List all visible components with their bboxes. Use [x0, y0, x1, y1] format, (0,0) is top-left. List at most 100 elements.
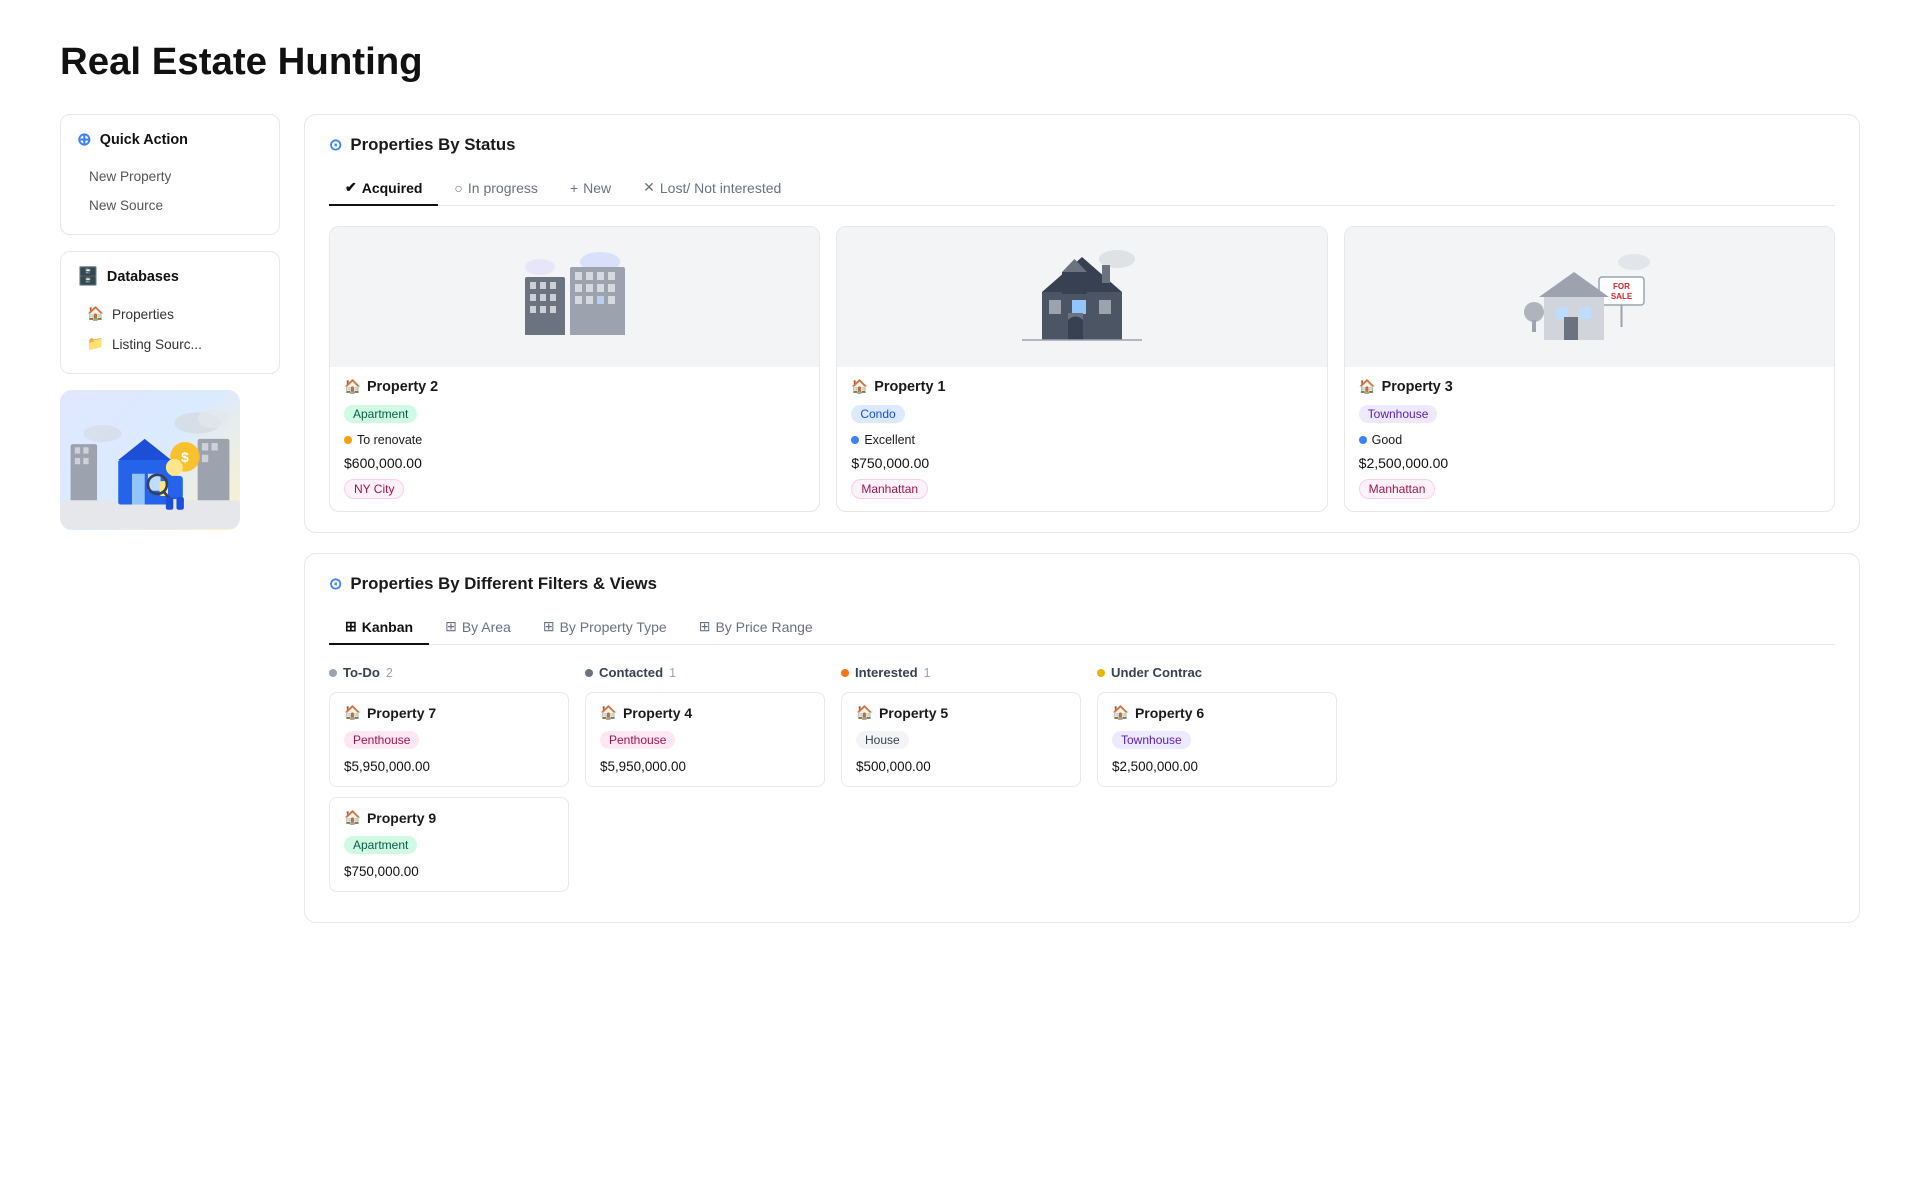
properties-by-status-title: Properties By Status [350, 135, 515, 155]
tab-kanban[interactable]: ⊞ Kanban [329, 610, 429, 645]
listing-source-label: Listing Sourc... [112, 337, 202, 352]
property-1-type-tag: Condo [851, 405, 904, 423]
property-3-type-tag: Townhouse [1359, 405, 1438, 423]
interested-count: 1 [924, 666, 931, 680]
tab-acquired[interactable]: ✔ Acquired [329, 171, 438, 206]
property-2-type-tag: Apartment [344, 405, 417, 423]
property-2-location: NY City [344, 479, 404, 499]
todo-count: 2 [386, 666, 393, 680]
kanban-header-contacted: Contacted 1 [585, 665, 825, 680]
new-source-button[interactable]: New Source [77, 191, 263, 220]
kanban-card-prop6: 🏠 Property 6 Townhouse $2,500,000.00 [1097, 692, 1337, 787]
plus-circle-icon: ⊕ [77, 129, 92, 150]
prop9-price: $750,000.00 [344, 864, 554, 879]
property-card-2-body: 🏠 Property 2 Apartment To renovate [330, 367, 819, 511]
sidebar-item-listing-source[interactable]: 📁 Listing Sourc... [77, 329, 263, 359]
tab-by-price[interactable]: ⊞ By Price Range [683, 610, 829, 645]
illustration-svg: $ [60, 390, 240, 530]
property-card-1-image [837, 227, 1326, 367]
tab-by-type[interactable]: ⊞ By Property Type [527, 610, 683, 645]
sidebar-illustration: $ [60, 390, 280, 530]
area-icon: ⊞ [445, 618, 457, 635]
plus-icon: + [570, 180, 578, 196]
prop9-type: Apartment [344, 836, 417, 854]
prop6-type: Townhouse [1112, 731, 1191, 749]
home-icon-5: 🏠 [856, 705, 873, 721]
type-icon: ⊞ [543, 618, 555, 635]
kanban-column-interested: Interested 1 🏠 Property 5 House $500,000… [841, 665, 1081, 902]
kanban-column-under-contract: Under Contrac 🏠 Property 6 Townhouse $2,… [1097, 665, 1337, 902]
contacted-count: 1 [669, 666, 676, 680]
prop7-title: 🏠 Property 7 [344, 705, 554, 721]
quick-action-card: ⊕ Quick Action New Property New Source [60, 114, 280, 235]
kanban-header-under-contract: Under Contrac [1097, 665, 1337, 680]
check-icon: ✔ [345, 179, 357, 196]
property-card-3: FOR SALE [1344, 226, 1835, 512]
kanban-header-interested: Interested 1 [841, 665, 1081, 680]
tab-by-area[interactable]: ⊞ By Area [429, 610, 527, 645]
property-2-status: To renovate [344, 433, 422, 447]
prop6-price: $2,500,000.00 [1112, 759, 1322, 774]
filter-tabs: ⊞ Kanban ⊞ By Area ⊞ By Property Type ⊞ … [329, 610, 1835, 645]
home-icon-9: 🏠 [344, 810, 361, 826]
property-1-title: 🏠 Property 1 [851, 379, 1312, 395]
home-icon-1: 🏠 [851, 379, 868, 395]
property-card-3-body: 🏠 Property 3 Townhouse Good $2, [1345, 367, 1834, 511]
prop7-price: $5,950,000.00 [344, 759, 554, 774]
blue-dot-3 [1359, 436, 1367, 444]
property-3-price: $2,500,000.00 [1359, 455, 1820, 471]
tab-new[interactable]: + New [554, 171, 627, 206]
property-card-1: 🏠 Property 1 Condo Excellent $7 [836, 226, 1327, 512]
filters-section-icon: ⊙ [329, 574, 342, 594]
main-content: ⊙ Properties By Status ✔ Acquired ○ In p… [304, 114, 1860, 923]
prop4-price: $5,950,000.00 [600, 759, 810, 774]
properties-by-filters-header: ⊙ Properties By Different Filters & View… [329, 574, 1835, 594]
folder-icon: 📁 [87, 336, 104, 352]
price-icon: ⊞ [699, 618, 711, 635]
databases-card: 🗄️ Databases 🏠 Properties 📁 Listing Sour… [60, 251, 280, 374]
properties-by-status-header: ⊙ Properties By Status [329, 135, 1835, 155]
sidebar-item-properties[interactable]: 🏠 Properties [77, 299, 263, 329]
prop4-title: 🏠 Property 4 [600, 705, 810, 721]
blue-dot-1 [851, 436, 859, 444]
databases-header: 🗄️ Databases [77, 266, 263, 287]
tab-in-progress[interactable]: ○ In progress [438, 171, 554, 206]
property-card-1-body: 🏠 Property 1 Condo Excellent $7 [837, 367, 1326, 511]
property-cards-grid: 🏠 Property 2 Apartment To renovate [329, 226, 1835, 512]
database-icon: 🗄️ [77, 266, 99, 287]
prop6-title: 🏠 Property 6 [1112, 705, 1322, 721]
property-card-2-image [330, 227, 819, 367]
page-title: Real Estate Hunting [60, 40, 1860, 84]
properties-by-status-section: ⊙ Properties By Status ✔ Acquired ○ In p… [304, 114, 1860, 533]
property-1-price: $750,000.00 [851, 455, 1312, 471]
property-1-status: Excellent [851, 433, 915, 447]
apartment-illustration [510, 237, 640, 357]
new-property-button[interactable]: New Property [77, 162, 263, 191]
kanban-header-todo: To-Do 2 [329, 665, 569, 680]
prop9-title: 🏠 Property 9 [344, 810, 554, 826]
property-3-status: Good [1359, 433, 1403, 447]
properties-by-filters-title: Properties By Different Filters & Views [350, 574, 657, 594]
yellow-dot-2 [344, 436, 352, 444]
kanban-card-prop5: 🏠 Property 5 House $500,000.00 [841, 692, 1081, 787]
x-icon: ✕ [643, 179, 655, 196]
prop5-type: House [856, 731, 909, 749]
home-icon-4: 🏠 [600, 705, 617, 721]
kanban-card-prop7: 🏠 Property 7 Penthouse $5,950,000.00 [329, 692, 569, 787]
status-section-icon: ⊙ [329, 135, 342, 155]
todo-dot [329, 669, 337, 677]
under-contract-dot [1097, 669, 1105, 677]
properties-label: Properties [112, 307, 174, 322]
circle-icon: ○ [454, 180, 462, 196]
house-illustration [1017, 237, 1147, 357]
sidebar: ⊕ Quick Action New Property New Source 🗄… [60, 114, 280, 923]
property-1-location: Manhattan [851, 479, 928, 499]
quick-action-header: ⊕ Quick Action [77, 129, 263, 150]
status-tabs: ✔ Acquired ○ In progress + New ✕ Lost/ N… [329, 171, 1835, 206]
tab-lost[interactable]: ✕ Lost/ Not interested [627, 171, 797, 206]
properties-by-filters-section: ⊙ Properties By Different Filters & View… [304, 553, 1860, 923]
home-icon-6: 🏠 [1112, 705, 1129, 721]
contacted-dot [585, 669, 593, 677]
databases-label: Databases [107, 269, 179, 285]
property-card-2: 🏠 Property 2 Apartment To renovate [329, 226, 820, 512]
